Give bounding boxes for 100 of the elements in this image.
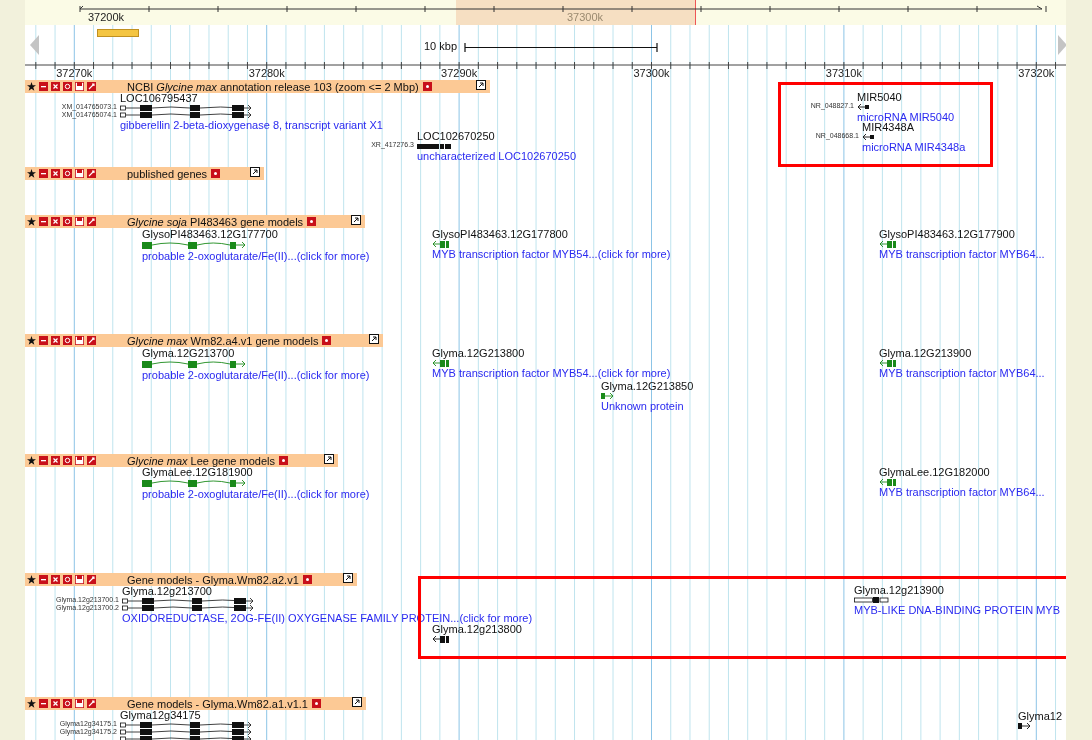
gene-name[interactable]: GlysoPI483463.12G177900 [879,228,1015,240]
minimize-icon[interactable] [39,699,48,708]
minimize-icon[interactable] [39,456,48,465]
gene-description[interactable]: MYB transcription factor MYB54...(click for more) [432,248,671,261]
gene-model-drawing[interactable] [122,597,254,612]
gene-name[interactable]: Glyma.12g213700 [122,585,212,597]
gene-model-drawing[interactable] [854,596,890,604]
minimize-icon[interactable] [39,82,48,91]
star-icon[interactable] [27,456,36,465]
help-icon[interactable] [322,336,332,345]
save-icon[interactable] [75,169,84,178]
settings-icon[interactable] [63,699,72,708]
popout-icon[interactable] [324,454,334,464]
gene-model-drawing[interactable] [417,142,451,150]
save-icon[interactable] [75,336,84,345]
gene-description[interactable]: gibberellin 2-beta-dioxygenase 8, transcript variant X1 [120,119,383,132]
gene-description[interactable]: probable 2-oxoglutarate/Fe(II)...(click for more) [142,488,370,501]
settings-icon[interactable] [63,82,72,91]
help-icon[interactable] [279,456,288,465]
close-icon[interactable] [51,82,60,91]
gene-name[interactable]: LOC106795437 [120,92,198,104]
pin-icon[interactable] [87,575,96,584]
gene-name[interactable]: GlymaLee.12G182000 [879,466,990,478]
help-icon[interactable] [422,82,432,91]
help-icon[interactable] [211,169,221,178]
ruler-label: 37300k [633,67,670,79]
settings-icon[interactable] [63,217,72,226]
gene-description[interactable]: MYB transcription factor MYB54...(click for more) [432,367,671,380]
settings-icon[interactable] [63,336,72,345]
gene-description[interactable]: MYB transcription factor MYB64... [879,367,1045,380]
save-icon[interactable] [75,82,84,91]
star-icon[interactable] [27,169,36,178]
star-icon[interactable] [27,699,36,708]
gene-name[interactable]: Glyma.12G213900 [879,347,972,359]
gene-description[interactable]: Unknown protein [601,400,684,413]
ruler-label: 37280k [248,67,285,79]
gene-model-drawing[interactable] [120,721,252,740]
pin-icon[interactable] [87,82,96,91]
gene-description[interactable]: probable 2-oxoglutarate/Fe(II)...(click for more) [142,250,370,263]
settings-icon[interactable] [63,169,72,178]
close-icon[interactable] [51,217,60,226]
close-icon[interactable] [51,699,60,708]
gene-description[interactable]: microRNA MIR4348a [862,141,966,154]
gene-name[interactable]: LOC102670250 [417,130,495,142]
save-icon[interactable] [75,575,84,584]
popout-icon[interactable] [476,80,486,90]
star-icon[interactable] [27,82,36,91]
gene-model-drawing[interactable] [1018,722,1031,730]
gene-name[interactable]: Glyma.12g213800 [432,623,522,635]
gene-description[interactable]: probable 2-oxoglutarate/Fe(II)...(click for more) [142,369,370,382]
gene-name[interactable]: Glyma.12G213700 [142,347,235,359]
gene-name[interactable]: Glyma12g34175 [120,709,201,721]
gene-name[interactable]: GlymaLee.12G181900 [142,466,253,478]
pin-icon[interactable] [87,169,96,178]
close-icon[interactable] [51,336,60,345]
gene-description[interactable]: uncharacterized LOC102670250 [417,150,576,163]
help-icon[interactable] [302,575,312,584]
star-icon[interactable] [27,575,36,584]
help-icon[interactable] [311,699,321,708]
gene-name[interactable]: MIR4348A [862,121,914,133]
gene-model-drawing[interactable] [120,104,252,119]
close-icon[interactable] [51,456,60,465]
minimize-icon[interactable] [39,575,48,584]
pin-icon[interactable] [87,217,96,226]
save-icon[interactable] [75,456,84,465]
gene-name[interactable]: Glyma.12g213900 [854,584,944,596]
close-icon[interactable] [51,169,60,178]
gene-name[interactable]: GlysoPI483463.12G177700 [142,228,278,240]
pin-icon[interactable] [87,699,96,708]
minimize-icon[interactable] [39,336,48,345]
track-title: Glycine max Lee gene models [127,454,275,467]
popout-icon[interactable] [369,334,379,344]
popout-icon[interactable] [250,167,260,177]
gene-model-drawing[interactable] [432,635,452,643]
minimize-icon[interactable] [39,217,48,226]
star-icon[interactable] [27,217,36,226]
pin-icon[interactable] [87,456,96,465]
settings-icon[interactable] [63,575,72,584]
popout-icon[interactable] [352,697,362,707]
gene-name[interactable]: GlysoPI483463.12G177800 [432,228,568,240]
close-icon[interactable] [51,575,60,584]
minimize-icon[interactable] [39,169,48,178]
gene-name[interactable]: MIR5040 [857,91,902,103]
popout-icon[interactable] [351,215,361,225]
gene-name[interactable]: Glyma12 [1018,710,1063,722]
gene-description[interactable]: MYB transcription factor MYB64... [879,486,1045,499]
gene-name[interactable]: Glyma.12G213800 [432,347,525,359]
gene-description[interactable]: microRNA MIR5040 [857,111,955,124]
save-icon[interactable] [75,217,84,226]
gene-description[interactable]: MYB transcription factor MYB64... [879,248,1045,261]
help-icon[interactable] [307,217,317,226]
gene-description[interactable]: MYB-LIKE DNA-BINDING PROTEIN MYB [854,604,1060,617]
save-icon[interactable] [75,699,84,708]
settings-icon[interactable] [63,456,72,465]
popout-icon[interactable] [343,573,353,583]
pin-icon[interactable] [87,336,96,345]
star-icon[interactable] [27,336,36,345]
gene-name[interactable]: Glyma.12G213850 [601,380,694,392]
gene-model-drawing[interactable] [862,133,875,141]
gene-model-drawing[interactable] [857,103,870,111]
